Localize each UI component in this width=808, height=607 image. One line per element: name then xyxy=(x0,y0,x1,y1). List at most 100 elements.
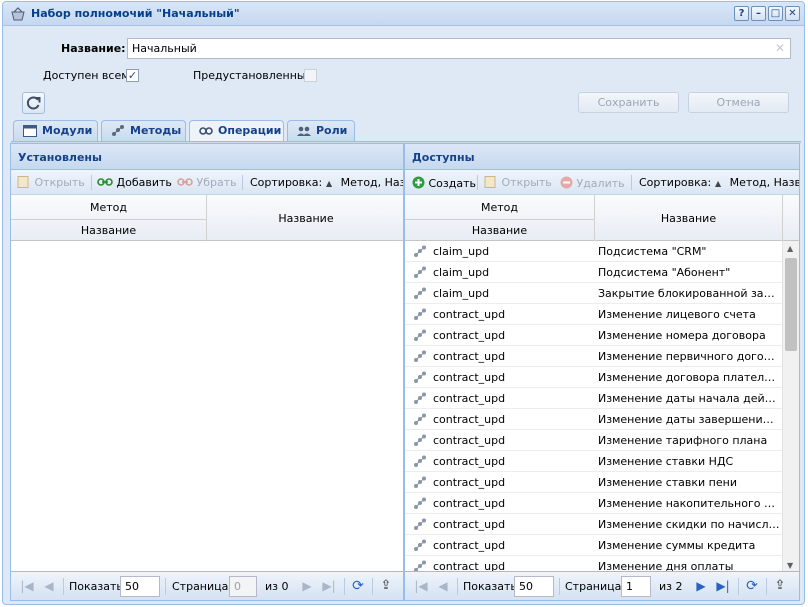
window-titlebar[interactable]: Набор полномочий "Начальный" ? – □ ✕ xyxy=(3,2,804,26)
available-delete-button[interactable]: Удалить xyxy=(560,176,625,190)
column-name-sub[interactable]: Название xyxy=(11,219,206,241)
tab-modules[interactable]: Модули xyxy=(13,120,98,142)
cell-name: Изменение первичного договора xyxy=(598,350,780,363)
tab-operations[interactable]: Операции xyxy=(189,120,284,143)
scroll-thumb[interactable] xyxy=(785,258,797,351)
column-name-sub[interactable]: Название xyxy=(405,219,594,241)
name-field[interactable]: Начальный ✕ xyxy=(127,38,791,59)
refresh-icon[interactable]: ⟳ xyxy=(744,578,760,594)
preset-checkbox[interactable] xyxy=(304,69,317,82)
installed-remove-button[interactable]: Убрать xyxy=(177,176,237,189)
open-icon xyxy=(17,176,29,188)
scroll-up-icon[interactable]: ▲ xyxy=(787,244,793,253)
refresh-button[interactable] xyxy=(22,92,45,114)
next-page-icon[interactable]: ▶ xyxy=(693,578,709,594)
cell-name: Изменение суммы кредита xyxy=(598,539,756,552)
page-size-input[interactable]: 50 xyxy=(514,576,554,597)
scroll-down-icon[interactable]: ▼ xyxy=(787,561,793,570)
table-row[interactable]: claim_upd Подсистема "CRM" xyxy=(405,241,783,262)
cell-method: contract_upd xyxy=(433,434,506,447)
last-page-icon[interactable]: ▶| xyxy=(321,578,337,594)
cell-name: Изменение даты начала действия xyxy=(598,392,780,405)
refresh-icon[interactable]: ⟳ xyxy=(350,578,366,594)
cell-name: Изменение лицевого счета xyxy=(598,308,756,321)
help-button[interactable]: ? xyxy=(734,6,749,21)
installed-open-button[interactable]: Открыть xyxy=(17,176,85,189)
cell-method: claim_upd xyxy=(433,266,490,279)
cell-name: Изменение скидки по начислени... xyxy=(598,518,780,531)
table-row[interactable]: contract_upd Изменение даты начала действ… xyxy=(405,388,783,409)
cell-name: Изменение ставки пени xyxy=(598,476,737,489)
open-icon xyxy=(484,176,496,188)
cancel-button[interactable]: Отмена xyxy=(688,92,789,113)
toolbar-separator xyxy=(91,175,92,190)
tab-label: Роли xyxy=(316,124,348,137)
last-page-icon[interactable]: ▶| xyxy=(715,578,731,594)
cell-method: contract_upd xyxy=(433,329,506,342)
column-name[interactable]: Название xyxy=(207,195,403,241)
prev-page-icon[interactable]: ◀ xyxy=(435,578,451,594)
page-label: Страница xyxy=(172,580,229,593)
available-all-checkbox[interactable]: ✓ xyxy=(126,69,139,82)
available-all-label: Доступен всем: xyxy=(43,69,134,82)
cell-name: Подсистема "CRM" xyxy=(598,245,707,258)
page-count: из 0 xyxy=(265,580,289,593)
table-row[interactable]: claim_upd Закрытие блокированной заявки xyxy=(405,283,783,304)
first-page-icon[interactable]: |◀ xyxy=(19,578,35,594)
cell-name: Изменение тарифного плана xyxy=(598,434,768,447)
installed-add-button[interactable]: Добавить xyxy=(97,176,172,189)
page-size-input[interactable]: 50 xyxy=(120,576,160,597)
page-number-input[interactable]: 0 xyxy=(229,576,257,597)
vertical-scrollbar[interactable]: ▲ ▼ xyxy=(782,241,799,573)
first-page-icon[interactable]: |◀ xyxy=(413,578,429,594)
column-method[interactable]: Метод Название xyxy=(11,195,207,241)
close-button[interactable]: ✕ xyxy=(785,6,800,21)
method-icon xyxy=(414,371,426,383)
minus-circle-icon xyxy=(560,176,573,189)
pager-separator xyxy=(344,578,345,595)
tab-roles[interactable]: Роли xyxy=(287,120,355,142)
table-row[interactable]: contract_upd Изменение ставки пени xyxy=(405,472,783,493)
minimize-button[interactable]: – xyxy=(751,6,766,21)
pager-separator xyxy=(766,578,767,595)
table-row[interactable]: contract_upd Изменение лицевого счета xyxy=(405,304,783,325)
save-button[interactable]: Сохранить xyxy=(578,92,679,113)
table-row[interactable]: contract_upd Изменение ставки НДС xyxy=(405,451,783,472)
method-icon xyxy=(414,287,426,299)
tab-label: Модули xyxy=(42,124,93,137)
table-row[interactable]: contract_upd Изменение тарифного плана xyxy=(405,430,783,451)
available-open-button[interactable]: Открыть xyxy=(484,176,552,189)
clear-icon[interactable]: ✕ xyxy=(775,41,785,55)
pager-separator xyxy=(457,578,458,595)
table-row[interactable]: claim_upd Подсистема "Абонент" xyxy=(405,262,783,283)
method-icon xyxy=(414,497,426,509)
table-row[interactable]: contract_upd Изменение суммы кредита xyxy=(405,535,783,556)
next-page-icon[interactable]: ▶ xyxy=(299,578,315,594)
export-icon[interactable]: ⇪ xyxy=(378,578,394,594)
column-name[interactable]: Название xyxy=(595,195,783,241)
maximize-button[interactable]: □ xyxy=(768,6,783,21)
tab-methods[interactable]: Методы xyxy=(101,120,186,142)
table-row[interactable]: contract_upd Изменение накопительного лим… xyxy=(405,493,783,514)
pager-separator xyxy=(165,578,166,595)
cell-method: contract_upd xyxy=(433,350,506,363)
prev-page-icon[interactable]: ◀ xyxy=(41,578,57,594)
table-row[interactable]: contract_upd Изменение номера договора xyxy=(405,325,783,346)
table-row[interactable]: contract_upd Изменение первичного договор… xyxy=(405,346,783,367)
method-icon xyxy=(414,266,426,278)
method-icon xyxy=(414,245,426,257)
installed-sort-button[interactable]: ▲ Метод, Назв xyxy=(326,176,403,189)
cell-name: Изменение ставки НДС xyxy=(598,455,734,468)
table-row[interactable]: contract_upd Изменение скидки по начислен… xyxy=(405,514,783,535)
installed-panel: Установлены Открыть Добавить Убрать Сорт… xyxy=(10,143,404,601)
table-row[interactable]: contract_upd Изменение даты завершения де… xyxy=(405,409,783,430)
available-toolbar: Создать Открыть Удалить Сортировка: ▲ Ме… xyxy=(405,170,799,195)
column-method[interactable]: Метод Название xyxy=(405,195,595,241)
table-row[interactable]: contract_upd Изменение договора плательщи… xyxy=(405,367,783,388)
page-label: Страница xyxy=(565,580,622,593)
page-number-input[interactable]: 1 xyxy=(621,576,651,597)
available-create-button[interactable]: Создать xyxy=(412,176,476,190)
export-icon[interactable]: ⇪ xyxy=(772,578,788,594)
link-remove-icon xyxy=(177,178,193,186)
available-sort-button[interactable]: ▲ Метод, Назва xyxy=(715,176,799,189)
